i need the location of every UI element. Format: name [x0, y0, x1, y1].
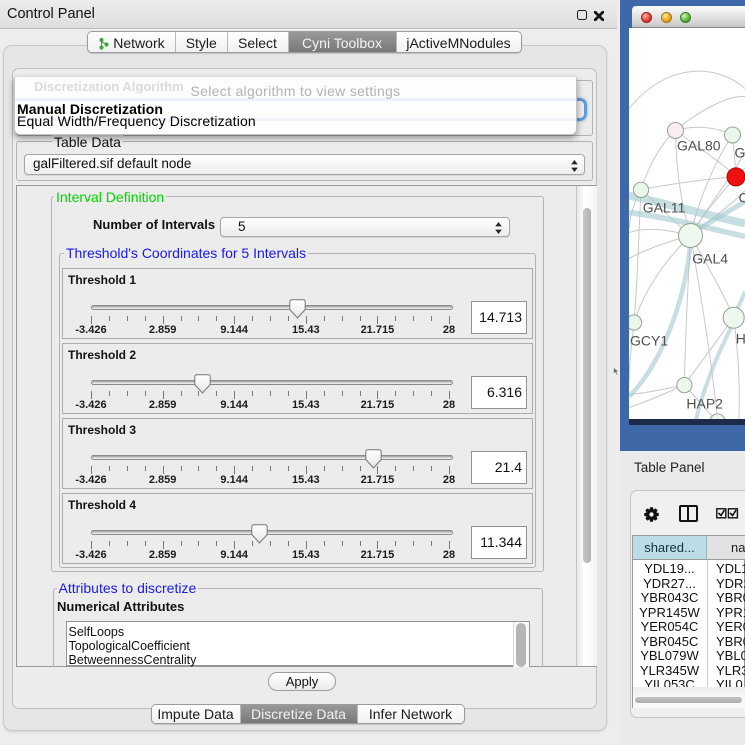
svg-text:GA: GA	[735, 144, 745, 160]
svg-text:C: C	[739, 189, 745, 205]
svg-text:HAP2: HAP2	[686, 395, 723, 411]
svg-text:GAL11: GAL11	[643, 199, 686, 215]
svg-text:GAL4: GAL4	[692, 250, 728, 266]
svg-text:H: H	[736, 330, 745, 346]
svg-text:GAL80: GAL80	[677, 137, 721, 153]
svg-text:GCY1: GCY1	[630, 332, 668, 348]
